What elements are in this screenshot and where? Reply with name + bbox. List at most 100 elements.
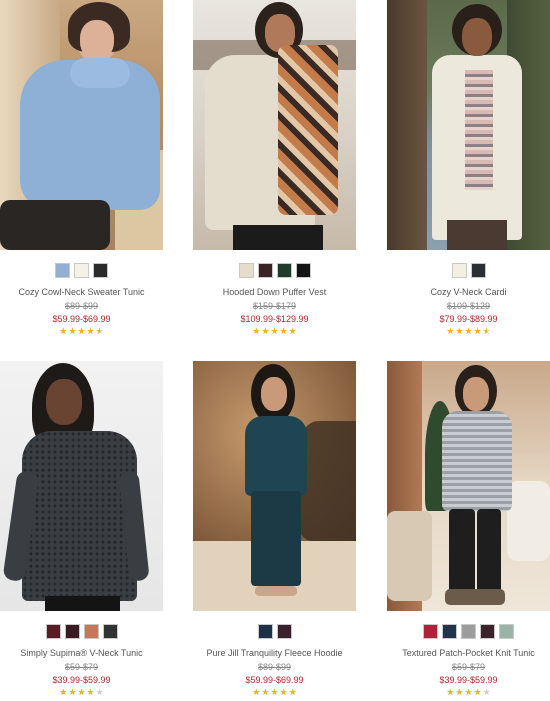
star-rating: ★ ★ ★ ★ ★ ★ ★ ★ ★ (0, 687, 163, 698)
star-fill: ★ (96, 326, 100, 337)
color-swatch[interactable] (55, 263, 70, 278)
star-fill: ★ (455, 687, 464, 697)
star-icon: ★★ (59, 326, 68, 336)
color-swatch[interactable] (423, 624, 438, 639)
star-rating: ★★★★★★★★★★ (193, 687, 356, 698)
star-fill: ★ (455, 326, 464, 336)
star-icon: ★ (95, 687, 104, 697)
star-fill: ★ (288, 687, 297, 697)
product-photo[interactable] (0, 0, 163, 250)
color-swatch[interactable] (276, 263, 292, 278)
color-swatch[interactable] (83, 624, 99, 639)
sale-price: $79.99-$89.99 (439, 314, 498, 324)
star-icon: ★★ (68, 326, 77, 336)
star-fill: ★ (68, 326, 77, 336)
product-card[interactable]: Hooded Down Puffer Vest $159-$179 $109.9… (193, 0, 356, 337)
star-fill: ★ (473, 687, 482, 697)
star-fill: ★ (270, 687, 279, 697)
star-fill: ★ (77, 687, 86, 697)
star-icon: ★★ (261, 326, 270, 336)
sale-price: $39.99-$59.99 (52, 675, 111, 685)
star-fill: ★ (252, 687, 261, 697)
color-swatch[interactable] (295, 263, 311, 278)
product-name[interactable]: Cozy Cowl-Neck Sweater Tunic (0, 287, 163, 297)
star-icon: ★★ (77, 687, 86, 697)
color-swatch[interactable] (45, 624, 61, 639)
color-swatch[interactable] (257, 263, 273, 278)
star-icon: ★★ (464, 326, 473, 336)
product-card[interactable]: Simply Supima® V-Neck Tunic $59-$79 $39.… (0, 361, 163, 698)
star-fill: ★ (86, 326, 95, 336)
star-icon: ★★ (77, 326, 86, 336)
star-rating: ★ ★ ★ ★ ★ ★ ★ ★ ★ (387, 687, 550, 698)
product-photo[interactable] (387, 361, 550, 611)
color-swatches (0, 624, 163, 639)
original-price: $59-$79 (64, 662, 99, 672)
original-price: $89-$99 (257, 662, 292, 672)
star-fill: ★ (59, 326, 68, 336)
color-swatches (387, 624, 550, 639)
star-fill: ★ (483, 326, 487, 337)
star-fill: ★ (86, 687, 95, 697)
product-card[interactable]: Cozy V-Neck Cardi $109-$129 $79.99-$89.9… (387, 0, 550, 337)
product-card[interactable]: Textured Patch-Pocket Knit Tunic $59-$79… (387, 361, 550, 698)
sale-price: $39.99-$59.99 (439, 675, 498, 685)
original-price: $109-$129 (446, 301, 491, 311)
star-icon: ★★ (446, 687, 455, 697)
product-name[interactable]: Pure Jill Tranquility Fleece Hoodie (193, 648, 356, 658)
color-swatch[interactable] (276, 624, 292, 639)
star-icon: ★★ (86, 326, 95, 336)
star-fill: ★ (279, 687, 288, 697)
star-fill: ★ (446, 687, 455, 697)
star-icon: ★★ (455, 687, 464, 697)
star-icon: ★★ (455, 326, 464, 336)
original-price: $159-$179 (252, 301, 297, 311)
star-fill: ★ (261, 326, 270, 336)
star-fill: ★ (270, 326, 279, 336)
product-name[interactable]: Hooded Down Puffer Vest (193, 287, 356, 297)
product-name[interactable]: Textured Patch-Pocket Knit Tunic (387, 648, 550, 658)
color-swatch[interactable] (470, 263, 486, 278)
color-swatches (387, 263, 550, 278)
star-rating: ★★★★★★★★★★ (193, 326, 356, 337)
star-rating: ★★★★★★★★★★ (387, 326, 550, 337)
color-swatch[interactable] (102, 624, 118, 639)
star-fill: ★ (446, 326, 455, 336)
star-fill: ★ (77, 326, 86, 336)
color-swatch[interactable] (93, 263, 108, 278)
star-icon: ★★ (473, 326, 482, 336)
color-swatches (193, 263, 356, 278)
color-swatches (0, 263, 163, 278)
color-swatch[interactable] (451, 263, 467, 278)
product-name[interactable]: Simply Supima® V-Neck Tunic (0, 648, 163, 658)
product-photo[interactable] (387, 0, 550, 250)
star-icon: ★★ (95, 326, 104, 337)
star-fill: ★ (464, 687, 473, 697)
product-photo[interactable] (0, 361, 163, 611)
star-icon: ★★ (261, 687, 270, 697)
original-price: $59-$79 (451, 662, 486, 672)
star-icon: ★★ (288, 326, 297, 336)
color-swatch[interactable] (442, 624, 457, 639)
color-swatch[interactable] (74, 263, 89, 278)
color-swatch[interactable] (238, 263, 254, 278)
product-card[interactable]: Pure Jill Tranquility Fleece Hoodie $89-… (193, 361, 356, 698)
color-swatch[interactable] (64, 624, 80, 639)
star-icon: ★★ (279, 687, 288, 697)
product-photo[interactable] (193, 0, 356, 250)
product-card[interactable]: Cozy Cowl-Neck Sweater Tunic $89-$99 $59… (0, 0, 163, 337)
star-fill: ★ (288, 326, 297, 336)
product-grid: Cozy Cowl-Neck Sweater Tunic $89-$99 $59… (0, 0, 550, 701)
star-icon: ★★ (252, 326, 261, 336)
product-photo[interactable] (193, 361, 356, 611)
star-rating: ★★★★★★★★★★ (0, 326, 163, 337)
product-name[interactable]: Cozy V-Neck Cardi (387, 287, 550, 297)
color-swatch[interactable] (257, 624, 273, 639)
sale-price: $109.99-$129.99 (240, 314, 309, 324)
star-icon: ★★ (288, 687, 297, 697)
star-icon: ★★ (270, 326, 279, 336)
star-icon: ★★ (446, 326, 455, 336)
color-swatch[interactable] (480, 624, 495, 639)
color-swatch[interactable] (499, 624, 514, 639)
color-swatch[interactable] (461, 624, 476, 639)
